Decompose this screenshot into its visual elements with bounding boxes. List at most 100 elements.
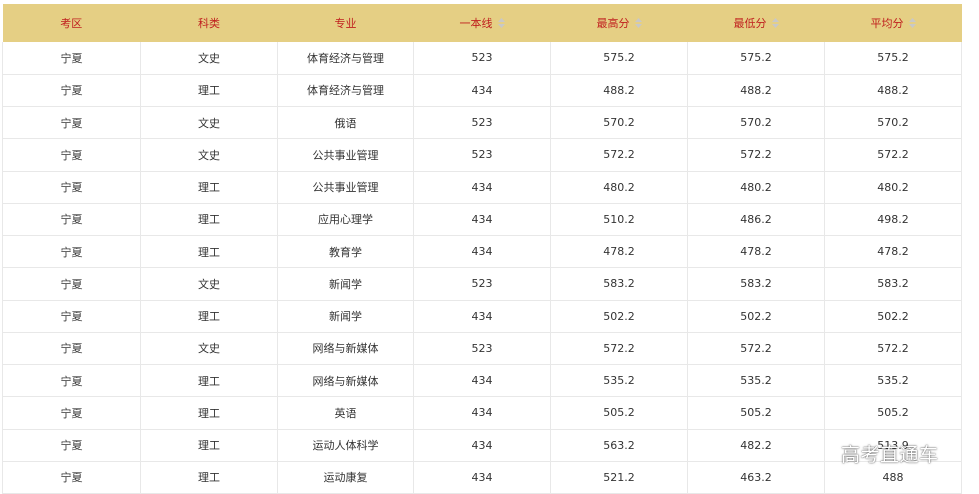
- table-cell: 体育经济与管理: [277, 74, 414, 108]
- table-cell: 应用心理学: [277, 203, 414, 237]
- table-cell: 572.2: [824, 138, 962, 172]
- table-cell: 运动康复: [277, 461, 414, 494]
- table-cell: 523: [413, 332, 551, 366]
- table-cell: 434: [413, 235, 551, 269]
- table-cell: 570.2: [550, 106, 688, 140]
- table-cell: 宁夏: [2, 332, 141, 366]
- table-cell: 478.2: [824, 235, 962, 269]
- table-row: 宁夏 文史 网络与新媒体 523 572.2 572.2 572.2: [2, 332, 962, 366]
- table-cell: 572.2: [824, 332, 962, 366]
- table-cell: 505.2: [687, 396, 825, 430]
- table-cell: 宁夏: [2, 42, 141, 75]
- table-cell: 535.2: [824, 364, 962, 398]
- sort-icon[interactable]: [634, 18, 642, 28]
- table-cell: 理工: [140, 74, 278, 108]
- column-header-label: 平均分: [870, 17, 904, 30]
- table-cell: 公共事业管理: [277, 138, 414, 172]
- column-header-label: 最低分: [733, 17, 767, 30]
- table-cell: 570.2: [824, 106, 962, 140]
- table-cell: 网络与新媒体: [277, 332, 414, 366]
- table-cell: 434: [413, 364, 551, 398]
- table-cell: 488.2: [687, 74, 825, 108]
- header-row: 考区 科类 专业 一本线 最高分 最低分 平均分: [2, 4, 962, 42]
- table-cell: 575.2: [550, 42, 688, 75]
- column-header-5[interactable]: 最低分: [687, 4, 825, 42]
- table-cell: 480.2: [550, 171, 688, 204]
- watermark: 高考直通车: [841, 444, 939, 466]
- table-cell: 434: [413, 203, 551, 237]
- table-row: 宁夏 理工 运动康复 434 521.2 463.2 488: [2, 461, 962, 494]
- column-header-1: 科类: [140, 4, 278, 42]
- table-cell: 505.2: [550, 396, 688, 430]
- sort-icon[interactable]: [497, 18, 505, 28]
- table-cell: 575.2: [824, 42, 962, 75]
- column-header-label: 专业: [334, 17, 357, 30]
- table-cell: 498.2: [824, 203, 962, 237]
- table-cell: 480.2: [687, 171, 825, 204]
- table-cell: 理工: [140, 429, 278, 462]
- table-cell: 482.2: [687, 429, 825, 462]
- column-header-0: 考区: [2, 4, 141, 42]
- table-row: 宁夏 理工 教育学 434 478.2 478.2 478.2: [2, 235, 962, 269]
- column-header-label: 考区: [60, 17, 83, 30]
- table-cell: 网络与新媒体: [277, 364, 414, 398]
- table-cell: 505.2: [824, 396, 962, 430]
- table-cell: 理工: [140, 235, 278, 269]
- table-cell: 宁夏: [2, 74, 141, 108]
- sort-icon[interactable]: [908, 18, 916, 28]
- table-cell: 宁夏: [2, 106, 141, 140]
- table-row: 宁夏 理工 新闻学 434 502.2 502.2 502.2: [2, 300, 962, 333]
- table-cell: 理工: [140, 171, 278, 204]
- table-cell: 563.2: [550, 429, 688, 462]
- table-cell: 583.2: [550, 267, 688, 301]
- column-header-4[interactable]: 最高分: [550, 4, 688, 42]
- page: 考区 科类 专业 一本线 最高分 最低分 平均分 宁夏 文史 体育经济与管理 523 575.2 57…: [0, 0, 979, 494]
- table-cell: 572.2: [550, 138, 688, 172]
- table-cell: 434: [413, 171, 551, 204]
- table-cell: 570.2: [687, 106, 825, 140]
- table-cell: 535.2: [687, 364, 825, 398]
- table-cell: 583.2: [687, 267, 825, 301]
- table-cell: 510.2: [550, 203, 688, 237]
- table-row: 宁夏 理工 英语 434 505.2 505.2 505.2: [2, 396, 962, 430]
- table-row: 宁夏 理工 公共事业管理 434 480.2 480.2 480.2: [2, 171, 962, 204]
- table-cell: 478.2: [687, 235, 825, 269]
- table-cell: 宁夏: [2, 171, 141, 204]
- table-row: 宁夏 理工 网络与新媒体 434 535.2 535.2 535.2: [2, 364, 962, 398]
- table-cell: 理工: [140, 461, 278, 494]
- table-cell: 英语: [277, 396, 414, 430]
- table-cell: 新闻学: [277, 267, 414, 301]
- table-cell: 文史: [140, 267, 278, 301]
- table-cell: 502.2: [824, 300, 962, 333]
- table-cell: 理工: [140, 396, 278, 430]
- table-cell: 理工: [140, 364, 278, 398]
- table-cell: 480.2: [824, 171, 962, 204]
- table-row: 宁夏 文史 新闻学 523 583.2 583.2 583.2: [2, 267, 962, 301]
- sort-icon[interactable]: [771, 18, 779, 28]
- table-cell: 572.2: [687, 138, 825, 172]
- table-cell: 434: [413, 300, 551, 333]
- table-cell: 宁夏: [2, 267, 141, 301]
- table-cell: 434: [413, 461, 551, 494]
- column-header-label: 最高分: [596, 17, 630, 30]
- column-header-6[interactable]: 平均分: [824, 4, 962, 42]
- table-cell: 文史: [140, 42, 278, 75]
- table-cell: 运动人体科学: [277, 429, 414, 462]
- table-cell: 502.2: [687, 300, 825, 333]
- table-cell: 宁夏: [2, 138, 141, 172]
- column-header-label: 科类: [198, 17, 220, 30]
- table-cell: 理工: [140, 300, 278, 333]
- table-header: 考区 科类 专业 一本线 最高分 最低分 平均分: [2, 4, 962, 42]
- table-cell: 583.2: [824, 267, 962, 301]
- score-table: 考区 科类 专业 一本线 最高分 最低分 平均分 宁夏 文史 体育经济与管理 523 575.2 57…: [2, 4, 962, 494]
- table-cell: 宁夏: [2, 235, 141, 269]
- table-row: 宁夏 文史 体育经济与管理 523 575.2 575.2 575.2: [2, 42, 962, 75]
- table-cell: 488.2: [550, 74, 688, 108]
- table-cell: 体育经济与管理: [277, 42, 414, 75]
- column-header-3[interactable]: 一本线: [413, 4, 551, 42]
- table-cell: 文史: [140, 138, 278, 172]
- table-cell: 502.2: [550, 300, 688, 333]
- table-cell: 535.2: [550, 364, 688, 398]
- table-cell: 434: [413, 429, 551, 462]
- table-cell: 文史: [140, 332, 278, 366]
